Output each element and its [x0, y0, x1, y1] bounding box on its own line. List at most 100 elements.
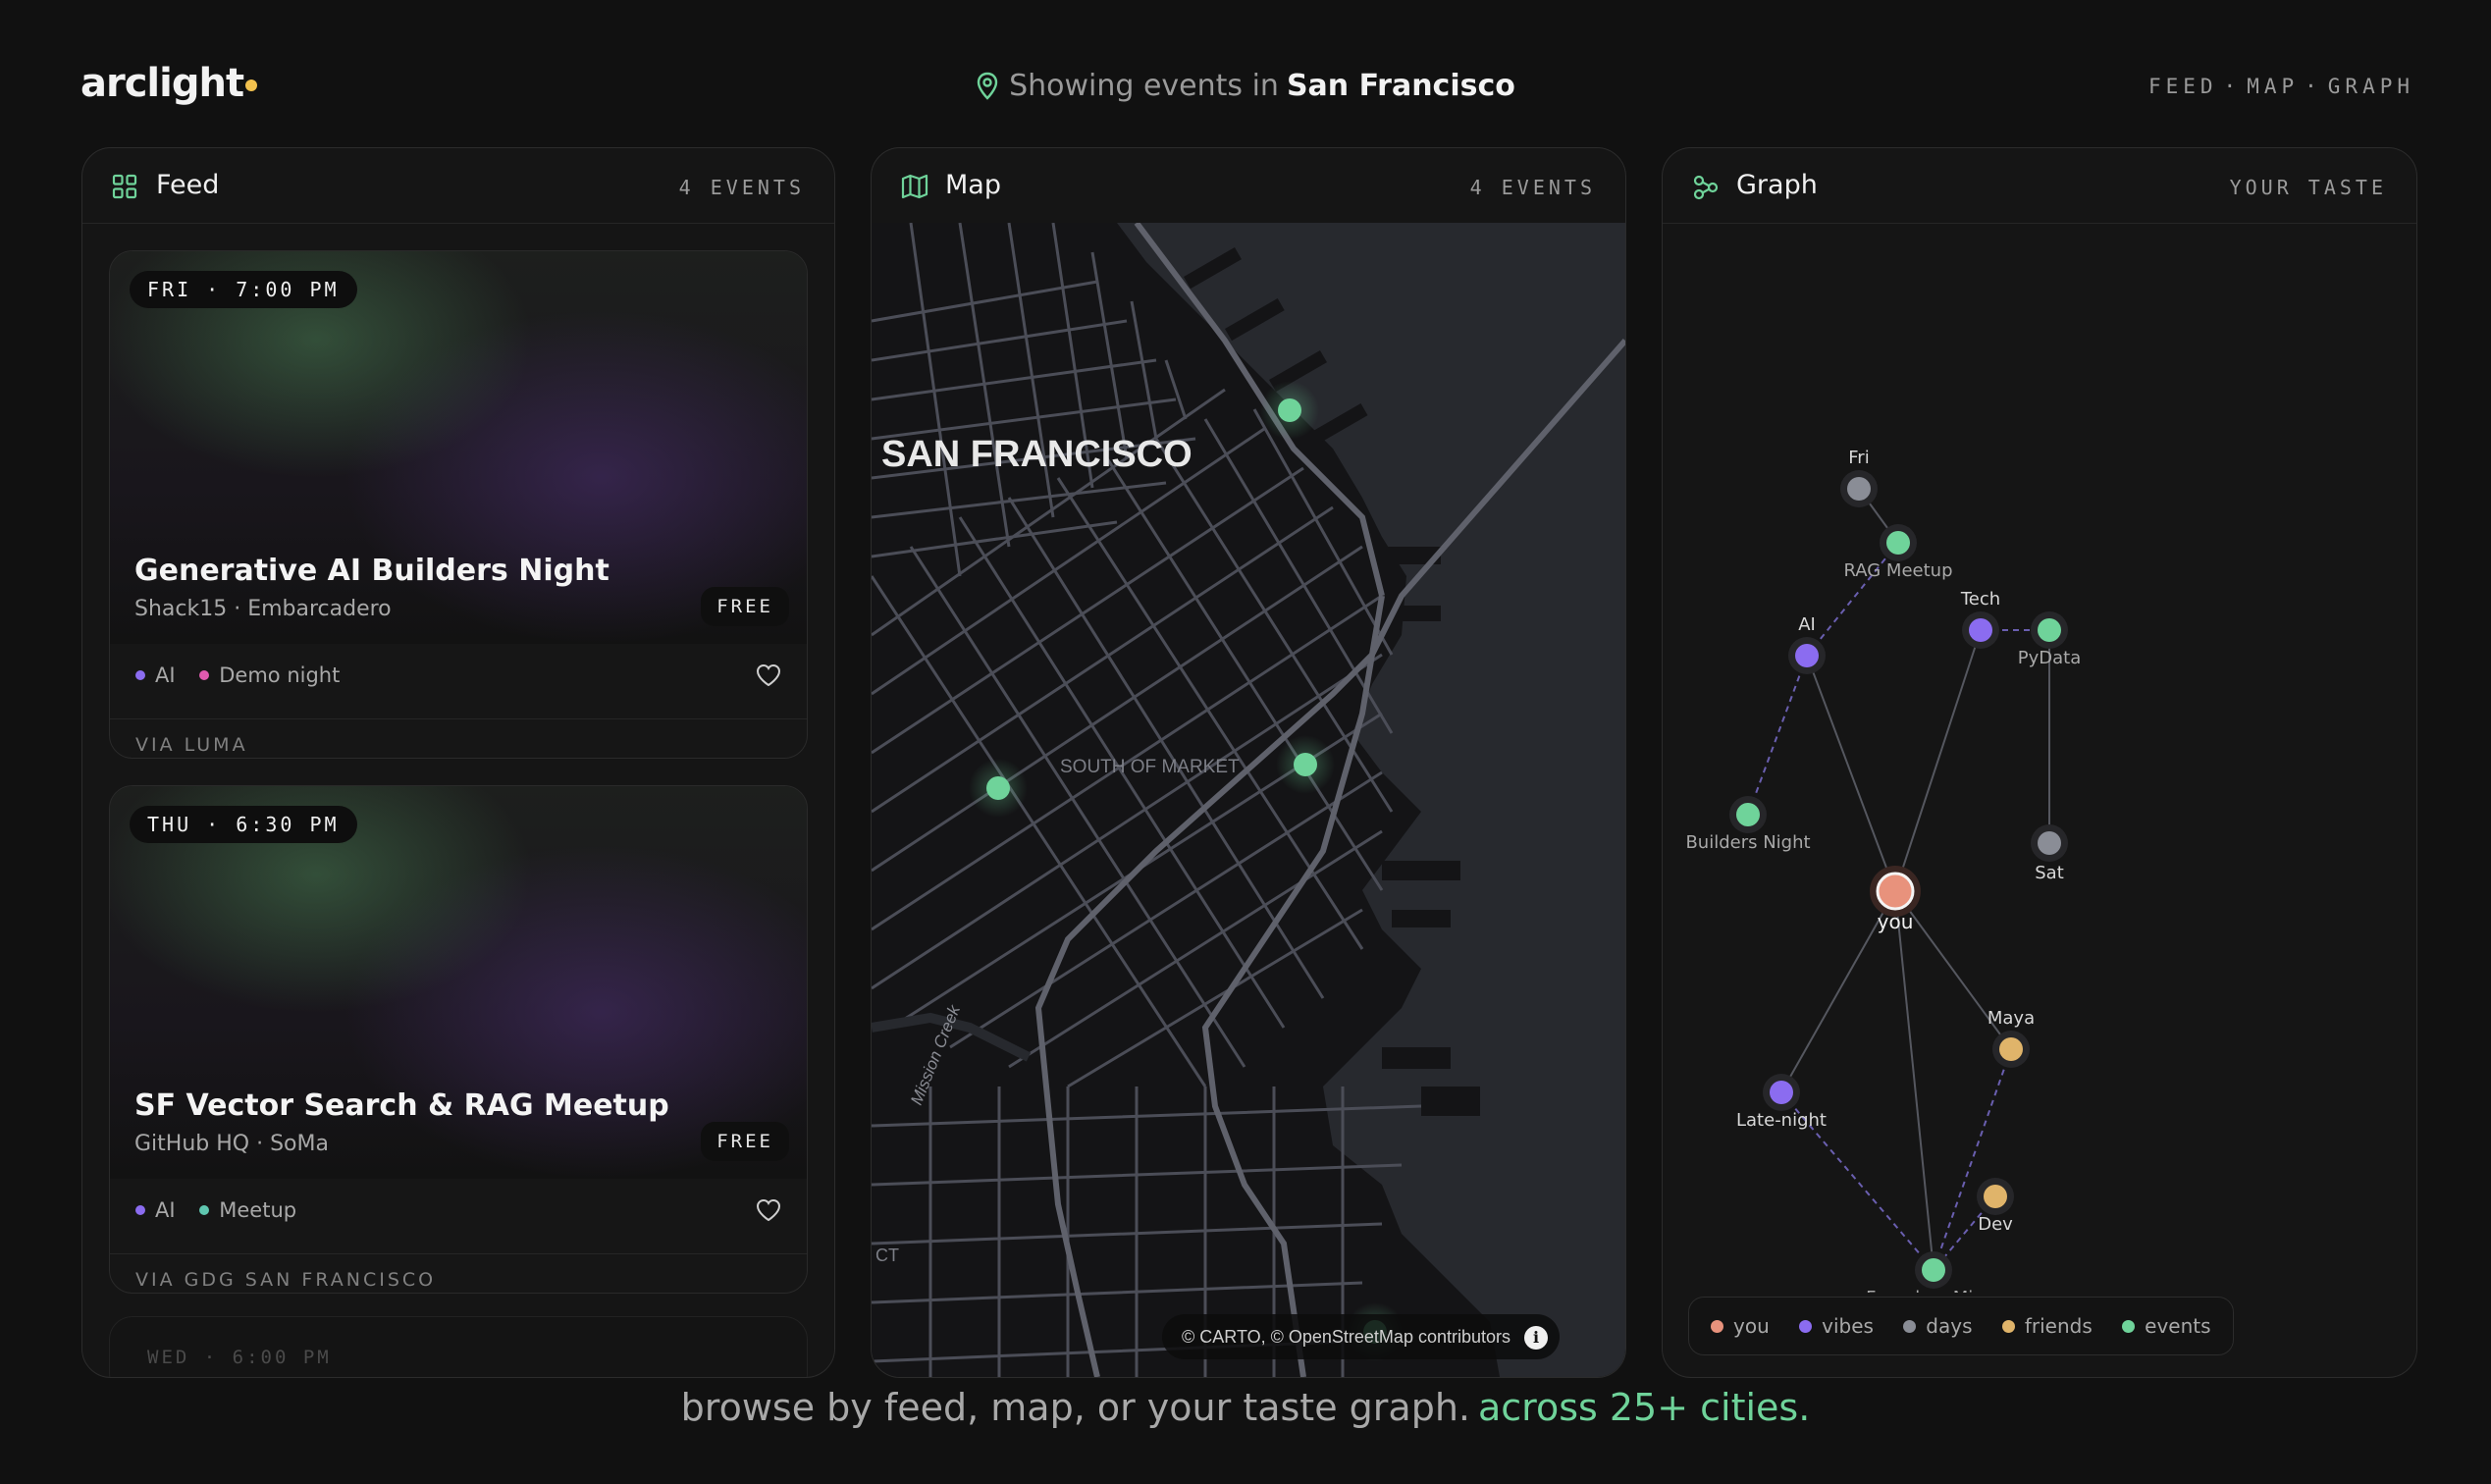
feed-panel: Feed 4 EVENTS FRI · 7:00 PM Generative A… [81, 147, 835, 1378]
graph-node-dot[interactable] [1969, 618, 1992, 642]
map-city-label: SAN FRANCISCO [881, 434, 1192, 475]
price-badge: FREE [701, 1122, 789, 1161]
map-icon [901, 174, 928, 203]
event-card[interactable]: FRI · 7:00 PM Generative AI Builders Nig… [109, 250, 808, 759]
graph-node-dot[interactable] [2038, 831, 2061, 855]
tag-label: AI [155, 663, 176, 687]
price-badge: FREE [701, 587, 789, 626]
graph-legend: you vibes days friends events [1688, 1297, 2234, 1355]
map-attribution: © CARTO, © OpenStreetMap contributors i [1162, 1314, 1560, 1359]
tag-label: Demo night [219, 663, 341, 687]
map-event-count: 4 EVENTS [1469, 176, 1596, 199]
tag-ai: AI [135, 1198, 176, 1222]
tag-label: Meetup [219, 1198, 297, 1222]
graph-node-founders[interactable]: Founders Mixer [1866, 1251, 2001, 1293]
graph-node-label: Founders Mixer [1866, 1288, 2001, 1293]
map-panel: Map 4 EVENTS SAN FRANCISCO SOUTH OF MARK… [871, 147, 1626, 1378]
graph-node-dot[interactable] [1999, 1037, 2023, 1061]
legend-label: vibes [1822, 1314, 1874, 1338]
graph-node-tech[interactable]: Tech [1960, 589, 2000, 649]
map-event-marker[interactable] [986, 776, 1010, 800]
legend-item-vibes: vibes [1799, 1314, 1874, 1338]
tag-meetup: Meetup [199, 1198, 296, 1222]
info-icon[interactable]: i [1524, 1326, 1548, 1350]
map-event-marker[interactable] [1278, 398, 1301, 422]
location-pin-icon [976, 72, 999, 109]
event-source: VIA LUMA [135, 734, 248, 756]
legend-dot [1903, 1320, 1917, 1333]
graph-panel-title: Graph [1736, 170, 1818, 200]
graph-edge [1894, 890, 1934, 1271]
event-venue: GitHub HQ · SoMa [134, 1132, 329, 1156]
feed-panel-header: Feed 4 EVENTS [82, 148, 834, 224]
nav-separator: · [2223, 75, 2242, 98]
event-time-badge: FRI · 7:00 PM [130, 271, 357, 308]
nav-feed[interactable]: FEED [2148, 75, 2218, 98]
nav-separator: · [2305, 75, 2322, 98]
graph-node-dot[interactable] [1876, 872, 1915, 911]
event-title[interactable]: SF Vector Search & RAG Meetup [134, 1088, 669, 1123]
map-attribution-text[interactable]: © CARTO, © OpenStreetMap contributors [1182, 1327, 1510, 1347]
graph-node-ai[interactable]: AI [1788, 614, 1826, 674]
top-nav: FEED · MAP · GRAPH [2148, 75, 2414, 98]
graph-node-label: Dev [1978, 1214, 2013, 1235]
graph-node-dot[interactable] [1847, 477, 1871, 501]
graph-edge [1806, 655, 1896, 892]
legend-label: days [1926, 1314, 1973, 1338]
graph-node-rag[interactable]: RAG Meetup [1843, 524, 1953, 581]
tagline: browse by feed, map, or your taste graph… [0, 1386, 2491, 1429]
graph-node-builders[interactable]: Builders Night [1685, 796, 1811, 853]
card-divider [110, 1253, 807, 1254]
map-canvas[interactable]: SAN FRANCISCO SOUTH OF MARKET Mission Cr… [872, 223, 1625, 1377]
event-time-badge: THU · 6:30 PM [130, 806, 357, 843]
graph-node-fri[interactable]: Fri [1840, 448, 1878, 507]
graph-node-dot[interactable] [1795, 644, 1819, 667]
graph-panel-header: Graph YOUR TASTE [1663, 148, 2416, 224]
taste-graph[interactable]: you AI Tech Late-night Fri Sat Maya Dev RAG Meet… [1663, 223, 2416, 1293]
location-indicator: Showing events in San Francisco [0, 69, 2491, 109]
nav-graph[interactable]: GRAPH [2328, 75, 2414, 98]
location-city[interactable]: San Francisco [1287, 69, 1515, 103]
graph-node-dot[interactable] [1736, 803, 1760, 826]
event-card-peek[interactable]: WED · 6:00 PM [109, 1316, 808, 1377]
tag-dot [199, 1205, 210, 1215]
tag-demo-night: Demo night [199, 663, 340, 687]
location-prefix: Showing events in [1009, 69, 1279, 103]
nav-map[interactable]: MAP [2247, 75, 2299, 98]
event-time-badge: WED · 6:00 PM [147, 1347, 332, 1368]
graph-taste-label: YOUR TASTE [2229, 176, 2387, 199]
legend-label: friends [2024, 1314, 2093, 1338]
graph-node-label: AI [1798, 614, 1816, 635]
graph-icon [1692, 174, 1720, 205]
graph-node-dev[interactable]: Dev [1977, 1178, 2014, 1235]
graph-node-dot[interactable] [1922, 1258, 1945, 1282]
event-card[interactable]: THU · 6:30 PM SF Vector Search & RAG Mee… [109, 785, 808, 1294]
event-source: VIA GDG SAN FRANCISCO [135, 1269, 437, 1291]
tag-dot [199, 670, 210, 680]
tag-dot [135, 670, 145, 680]
event-title[interactable]: Generative AI Builders Night [134, 554, 610, 588]
graph-node-maya[interactable]: Maya [1988, 1008, 2035, 1068]
graph-edge [1894, 629, 1982, 892]
graph-node-sat[interactable]: Sat [2031, 824, 2068, 883]
legend-dot [1711, 1320, 1723, 1333]
card-divider [110, 718, 807, 719]
feed-event-count: 4 EVENTS [678, 176, 805, 199]
graph-node-you[interactable]: you [1870, 866, 1921, 933]
graph-node-dot[interactable] [1886, 531, 1910, 555]
map-event-marker[interactable] [1294, 753, 1317, 776]
graph-node-pydata[interactable]: PyData [2018, 611, 2082, 668]
tag-ai: AI [135, 663, 176, 687]
graph-node-dot[interactable] [1984, 1185, 2007, 1208]
legend-item-friends: friends [2001, 1314, 2093, 1338]
graph-node-latenight[interactable]: Late-night [1736, 1074, 1827, 1131]
heart-icon[interactable] [756, 1198, 781, 1226]
legend-item-days: days [1903, 1314, 1973, 1338]
graph-node-dot[interactable] [2038, 618, 2061, 642]
event-tags: AI Meetup [135, 1198, 314, 1222]
graph-node-label: Late-night [1736, 1110, 1827, 1131]
grid-icon [112, 174, 137, 203]
heart-icon[interactable] [756, 663, 781, 691]
graph-nodes: you AI Tech Late-night Fri Sat Maya Dev RAG Meet… [1685, 448, 2081, 1293]
graph-node-dot[interactable] [1770, 1081, 1793, 1104]
